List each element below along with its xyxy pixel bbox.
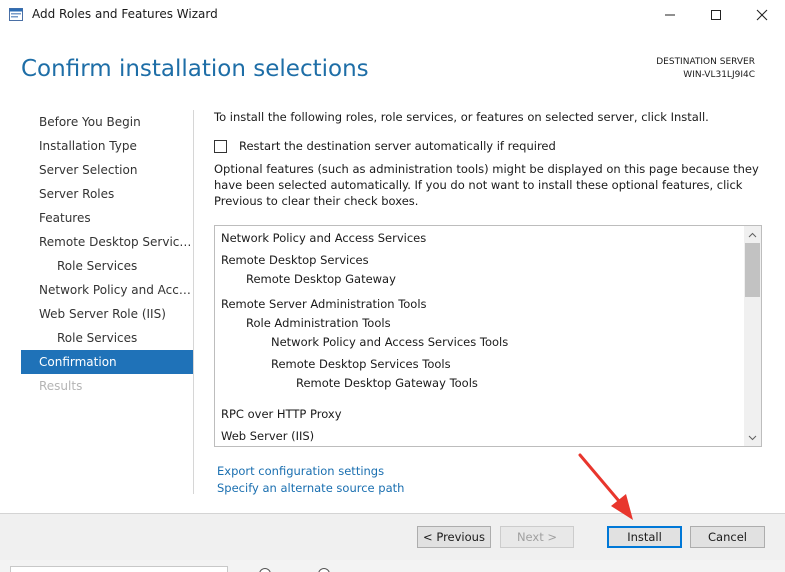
nav-item-before-you-begin[interactable]: Before You Begin [21, 110, 193, 134]
list-item: Remote Desktop Gateway [246, 272, 396, 286]
nav-item-rds-role-services[interactable]: Role Services [21, 254, 193, 278]
next-button: Next > [500, 526, 574, 548]
nav-divider [193, 110, 194, 494]
scroll-up-button[interactable] [744, 226, 761, 243]
close-icon [756, 9, 768, 21]
export-configuration-link[interactable]: Export configuration settings [217, 464, 384, 478]
cancel-button[interactable]: Cancel [690, 526, 765, 548]
background-field [10, 566, 228, 572]
nav-item-iis-role-services[interactable]: Role Services [21, 326, 193, 350]
nav-item-installation-type[interactable]: Installation Type [21, 134, 193, 158]
minimize-icon [665, 14, 675, 16]
features-list[interactable]: Network Policy and Access Services Remot… [214, 225, 762, 447]
optional-features-note: Optional features (such as administratio… [214, 162, 759, 208]
list-item: Remote Desktop Services Tools [271, 357, 451, 371]
nav-item-confirmation[interactable]: Confirmation [21, 350, 193, 374]
wizard-nav: Before You Begin Installation Type Serve… [21, 110, 193, 398]
chevron-up-icon [748, 232, 757, 237]
nav-item-results: Results [39, 379, 83, 393]
maximize-button[interactable] [693, 0, 739, 30]
nav-item-server-selection[interactable]: Server Selection [21, 158, 193, 182]
destination-server-name: WIN-VL31LJ9I4C [683, 70, 755, 80]
install-button[interactable]: Install [607, 526, 682, 548]
restart-label[interactable]: Restart the destination server automatic… [239, 139, 556, 153]
list-item: Network Policy and Access Services [221, 231, 427, 245]
list-item: Remote Desktop Gateway Tools [296, 376, 478, 390]
destination-server-info: DESTINATION SERVER WIN-VL31LJ9I4C [656, 56, 755, 82]
nav-item-remote-desktop-services[interactable]: Remote Desktop Services [21, 230, 193, 254]
restart-checkbox[interactable] [214, 139, 227, 153]
alternate-source-link[interactable]: Specify an alternate source path [217, 481, 404, 495]
list-item: Web Server (IIS) [221, 429, 315, 443]
list-item: Remote Server Administration Tools [221, 297, 427, 311]
nav-item-server-roles[interactable]: Server Roles [21, 182, 193, 206]
page-title: Confirm installation selections [21, 56, 369, 82]
restart-option[interactable]: Restart the destination server automatic… [214, 139, 556, 153]
maximize-icon [711, 10, 721, 20]
previous-button[interactable]: < Previous [417, 526, 491, 548]
window-title: Add Roles and Features Wizard [32, 7, 218, 21]
list-item: Role Administration Tools [246, 316, 391, 330]
chevron-down-icon [748, 435, 757, 440]
list-item: Network Policy and Access Services Tools [271, 335, 509, 349]
intro-text: To install the following roles, role ser… [214, 110, 709, 124]
list-item: Remote Desktop Services [221, 253, 369, 267]
destination-server-label: DESTINATION SERVER [656, 57, 755, 67]
scroll-thumb[interactable] [745, 243, 760, 297]
title-bar: Add Roles and Features Wizard [0, 0, 785, 30]
server-manager-icon [9, 8, 23, 21]
scroll-down-button[interactable] [744, 429, 761, 446]
list-item: RPC over HTTP Proxy [221, 407, 342, 421]
features-scrollbar[interactable] [744, 226, 761, 446]
minimize-button[interactable] [647, 0, 693, 30]
nav-item-features[interactable]: Features [21, 206, 193, 230]
nav-item-network-policy[interactable]: Network Policy and Access Services [21, 278, 193, 302]
close-button[interactable] [739, 0, 785, 30]
nav-item-web-server-role[interactable]: Web Server Role (IIS) [21, 302, 193, 326]
